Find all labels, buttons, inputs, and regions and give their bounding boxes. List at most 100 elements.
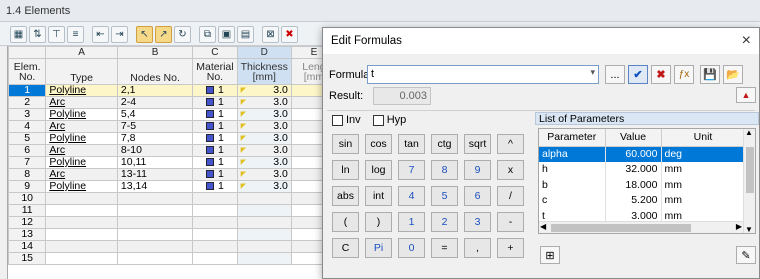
- cell-nodes[interactable]: 5,4: [116, 108, 194, 121]
- cell-material[interactable]: 1: [192, 168, 238, 181]
- cell-thickness[interactable]: [236, 192, 292, 205]
- cell-nodes[interactable]: [116, 252, 194, 265]
- header-type[interactable]: Type: [45, 58, 118, 85]
- table-row[interactable]: 2Arc2-41◤3.06: [8, 96, 337, 109]
- cell-type[interactable]: Polyline: [45, 132, 118, 145]
- cell-thickness[interactable]: [236, 252, 292, 265]
- cell-thickness[interactable]: ◤ 3.0: [236, 132, 292, 145]
- cell-type[interactable]: Arc: [45, 144, 118, 157]
- cell-thickness[interactable]: ◤ 3.0: [236, 144, 292, 157]
- row-number[interactable]: 13: [8, 228, 47, 241]
- calc-button[interactable]: cos: [365, 134, 392, 154]
- cell-material[interactable]: [192, 204, 238, 217]
- cell-type[interactable]: [45, 252, 118, 265]
- cell-type[interactable]: Arc: [45, 96, 118, 109]
- row-number[interactable]: 2: [8, 96, 47, 109]
- cell-material[interactable]: [192, 216, 238, 229]
- row-number[interactable]: 3: [8, 108, 47, 121]
- refresh-icon[interactable]: ↻: [174, 26, 191, 43]
- cell-type[interactable]: [45, 228, 118, 241]
- corner-cell[interactable]: [8, 46, 47, 59]
- clear-icon[interactable]: ⊠: [262, 26, 279, 43]
- header-thickness[interactable]: Thickness [mm]: [236, 58, 292, 85]
- row-number[interactable]: 6: [8, 144, 47, 157]
- parameter-row[interactable]: b 18.000 mm: [539, 177, 746, 193]
- cell-material[interactable]: 1: [192, 156, 238, 169]
- cell-thickness[interactable]: ◤ 3.0: [236, 180, 292, 193]
- parameters-horizontal-scrollbar[interactable]: ◀ ▶: [539, 221, 743, 233]
- export-icon[interactable]: ⇥: [111, 26, 128, 43]
- cell-type[interactable]: Polyline: [45, 84, 118, 97]
- cell-thickness[interactable]: [236, 228, 292, 241]
- cell-material[interactable]: 1: [192, 144, 238, 157]
- cell-thickness[interactable]: ◤ 3.0: [236, 156, 292, 169]
- calc-button[interactable]: log: [365, 160, 392, 180]
- calc-button[interactable]: 5: [431, 186, 458, 206]
- cell-material[interactable]: [192, 240, 238, 253]
- param-header-value[interactable]: Value: [605, 129, 662, 147]
- delete-icon[interactable]: ✖: [281, 26, 298, 43]
- hyp-checkbox[interactable]: [372, 114, 384, 126]
- cell-material[interactable]: [192, 252, 238, 265]
- cell-nodes[interactable]: 2-4: [116, 96, 194, 109]
- column-icon[interactable]: ≡: [67, 26, 84, 43]
- cell-nodes[interactable]: [116, 228, 194, 241]
- table-row[interactable]: 14: [8, 240, 337, 253]
- row-number[interactable]: 9: [8, 180, 47, 193]
- table-row[interactable]: 3Polyline5,41◤3.018: [8, 108, 337, 121]
- calc-button[interactable]: 3: [464, 212, 491, 232]
- table-row[interactable]: 15: [8, 252, 337, 265]
- cell-type[interactable]: [45, 240, 118, 253]
- cell-thickness[interactable]: [236, 216, 292, 229]
- cell-thickness[interactable]: ◤ 3.0: [236, 84, 292, 97]
- cell-type[interactable]: [45, 216, 118, 229]
- parameter-row[interactable]: c 5.200 mm: [539, 192, 746, 208]
- calc-button[interactable]: 0: [398, 238, 425, 258]
- calc-button[interactable]: 8: [431, 160, 458, 180]
- formula-input[interactable]: t ▾: [367, 65, 599, 84]
- header-nodes[interactable]: Nodes No.: [116, 58, 194, 85]
- cell-material[interactable]: 1: [192, 108, 238, 121]
- parameter-row[interactable]: alpha 60.000 deg: [539, 146, 746, 162]
- scroll-up-icon[interactable]: ▲: [745, 129, 753, 137]
- save-icon[interactable]: 💾: [700, 65, 720, 84]
- select-icon[interactable]: ↖: [136, 26, 153, 43]
- add-parameter-icon[interactable]: ⊞: [540, 246, 560, 264]
- calc-button[interactable]: 9: [464, 160, 491, 180]
- param-header-name[interactable]: Parameter: [539, 129, 606, 147]
- scroll-down-icon[interactable]: ▼: [745, 225, 753, 233]
- parameter-row[interactable]: h 32.000 mm: [539, 161, 746, 177]
- filter-icon[interactable]: ⊤: [48, 26, 65, 43]
- browse-button[interactable]: ...: [605, 65, 625, 84]
- cell-thickness[interactable]: ◤ 3.0: [236, 96, 292, 109]
- calc-button[interactable]: 6: [464, 186, 491, 206]
- row-number[interactable]: 5: [8, 132, 47, 145]
- pick-icon[interactable]: ↗: [155, 26, 172, 43]
- row-number[interactable]: 12: [8, 216, 47, 229]
- calc-button[interactable]: x: [497, 160, 524, 180]
- calc-button[interactable]: ,: [464, 238, 491, 258]
- column-letter-a[interactable]: A: [45, 46, 118, 59]
- open-folder-icon[interactable]: 📂: [723, 65, 743, 84]
- cell-thickness[interactable]: ◤ 3.0: [236, 168, 292, 181]
- warning-icon[interactable]: ▲: [736, 87, 756, 103]
- cell-type[interactable]: [45, 204, 118, 217]
- column-letter-b[interactable]: B: [116, 46, 194, 59]
- cell-material[interactable]: 1: [192, 132, 238, 145]
- cell-material[interactable]: [192, 192, 238, 205]
- inv-checkbox[interactable]: [332, 114, 343, 126]
- close-icon[interactable]: ×: [742, 32, 751, 50]
- cell-nodes[interactable]: 13,14: [116, 180, 194, 193]
- table-row[interactable]: 9Polyline13,141◤3.06: [8, 180, 337, 193]
- cell-nodes[interactable]: 13-11: [116, 168, 194, 181]
- calc-button[interactable]: abs: [332, 186, 359, 206]
- cell-thickness[interactable]: ◤ 3.0: [236, 120, 292, 133]
- cell-thickness[interactable]: [236, 204, 292, 217]
- calc-button[interactable]: int: [365, 186, 392, 206]
- table-row[interactable]: 12: [8, 216, 337, 229]
- calc-button[interactable]: tan: [398, 134, 425, 154]
- calc-button[interactable]: sqrt: [464, 134, 491, 154]
- cell-type[interactable]: [45, 192, 118, 205]
- table-row[interactable]: 7Polyline10,111◤3.018: [8, 156, 337, 169]
- scroll-right-icon[interactable]: ▶: [736, 222, 742, 231]
